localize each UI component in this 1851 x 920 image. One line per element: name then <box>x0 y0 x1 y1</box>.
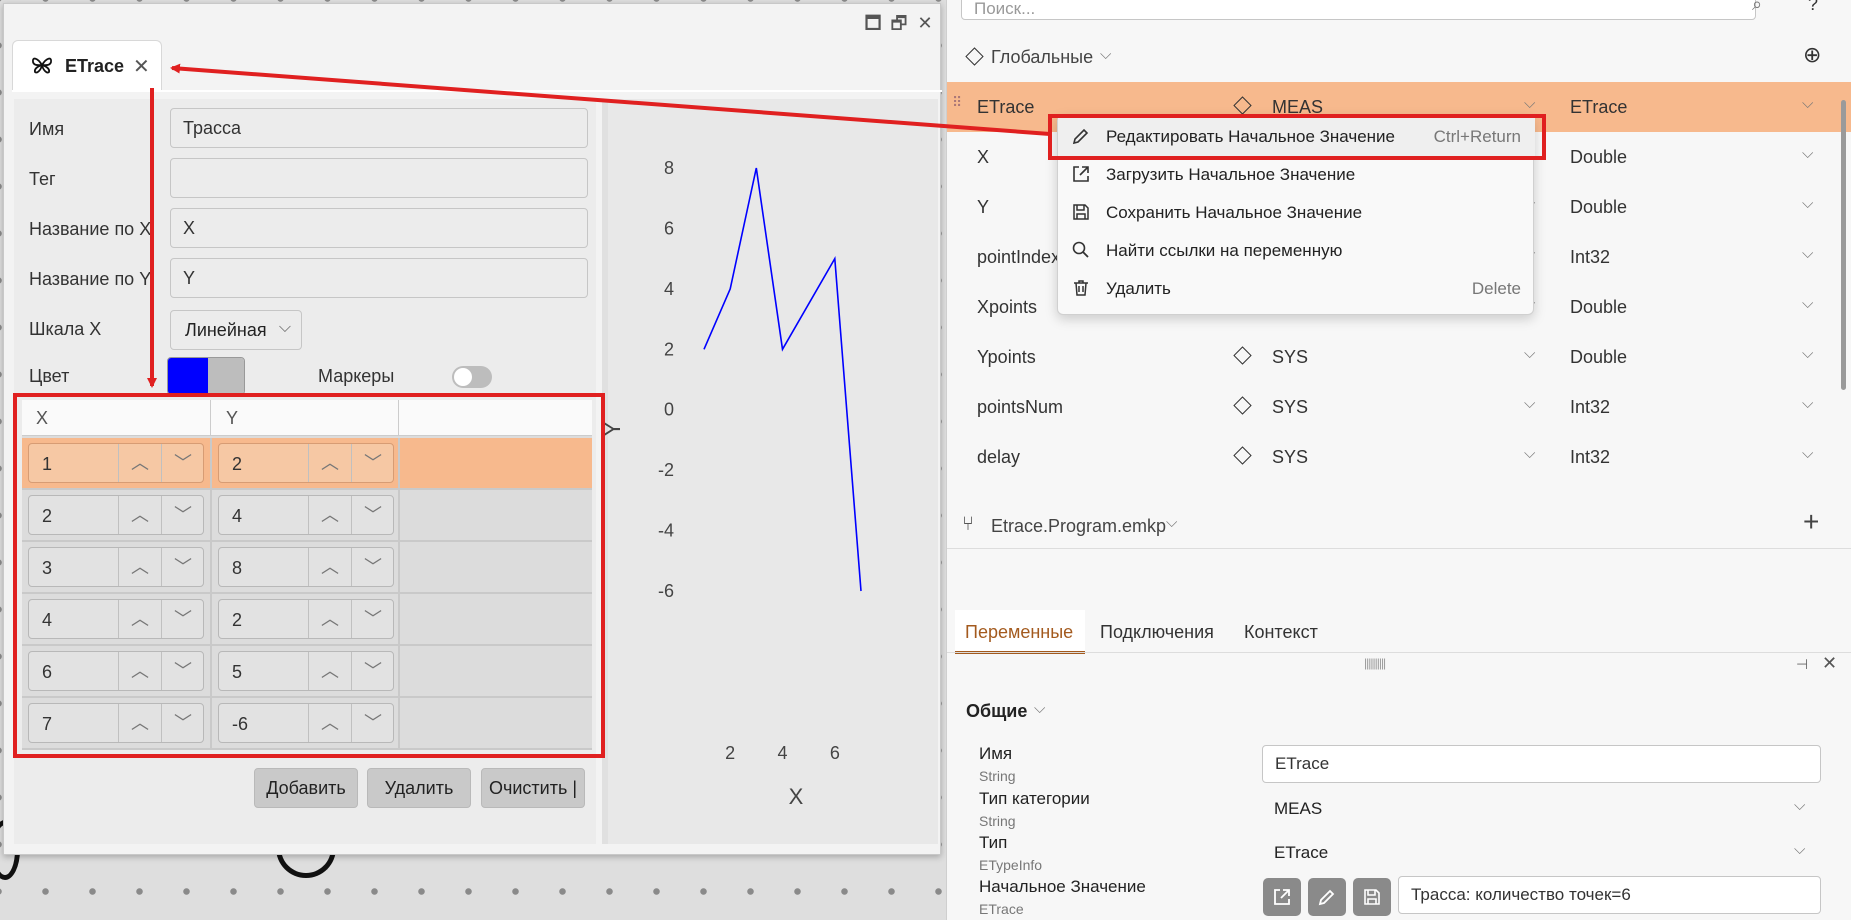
annotation-arrows <box>147 63 1051 388</box>
arrow-to-tab <box>170 63 1051 136</box>
